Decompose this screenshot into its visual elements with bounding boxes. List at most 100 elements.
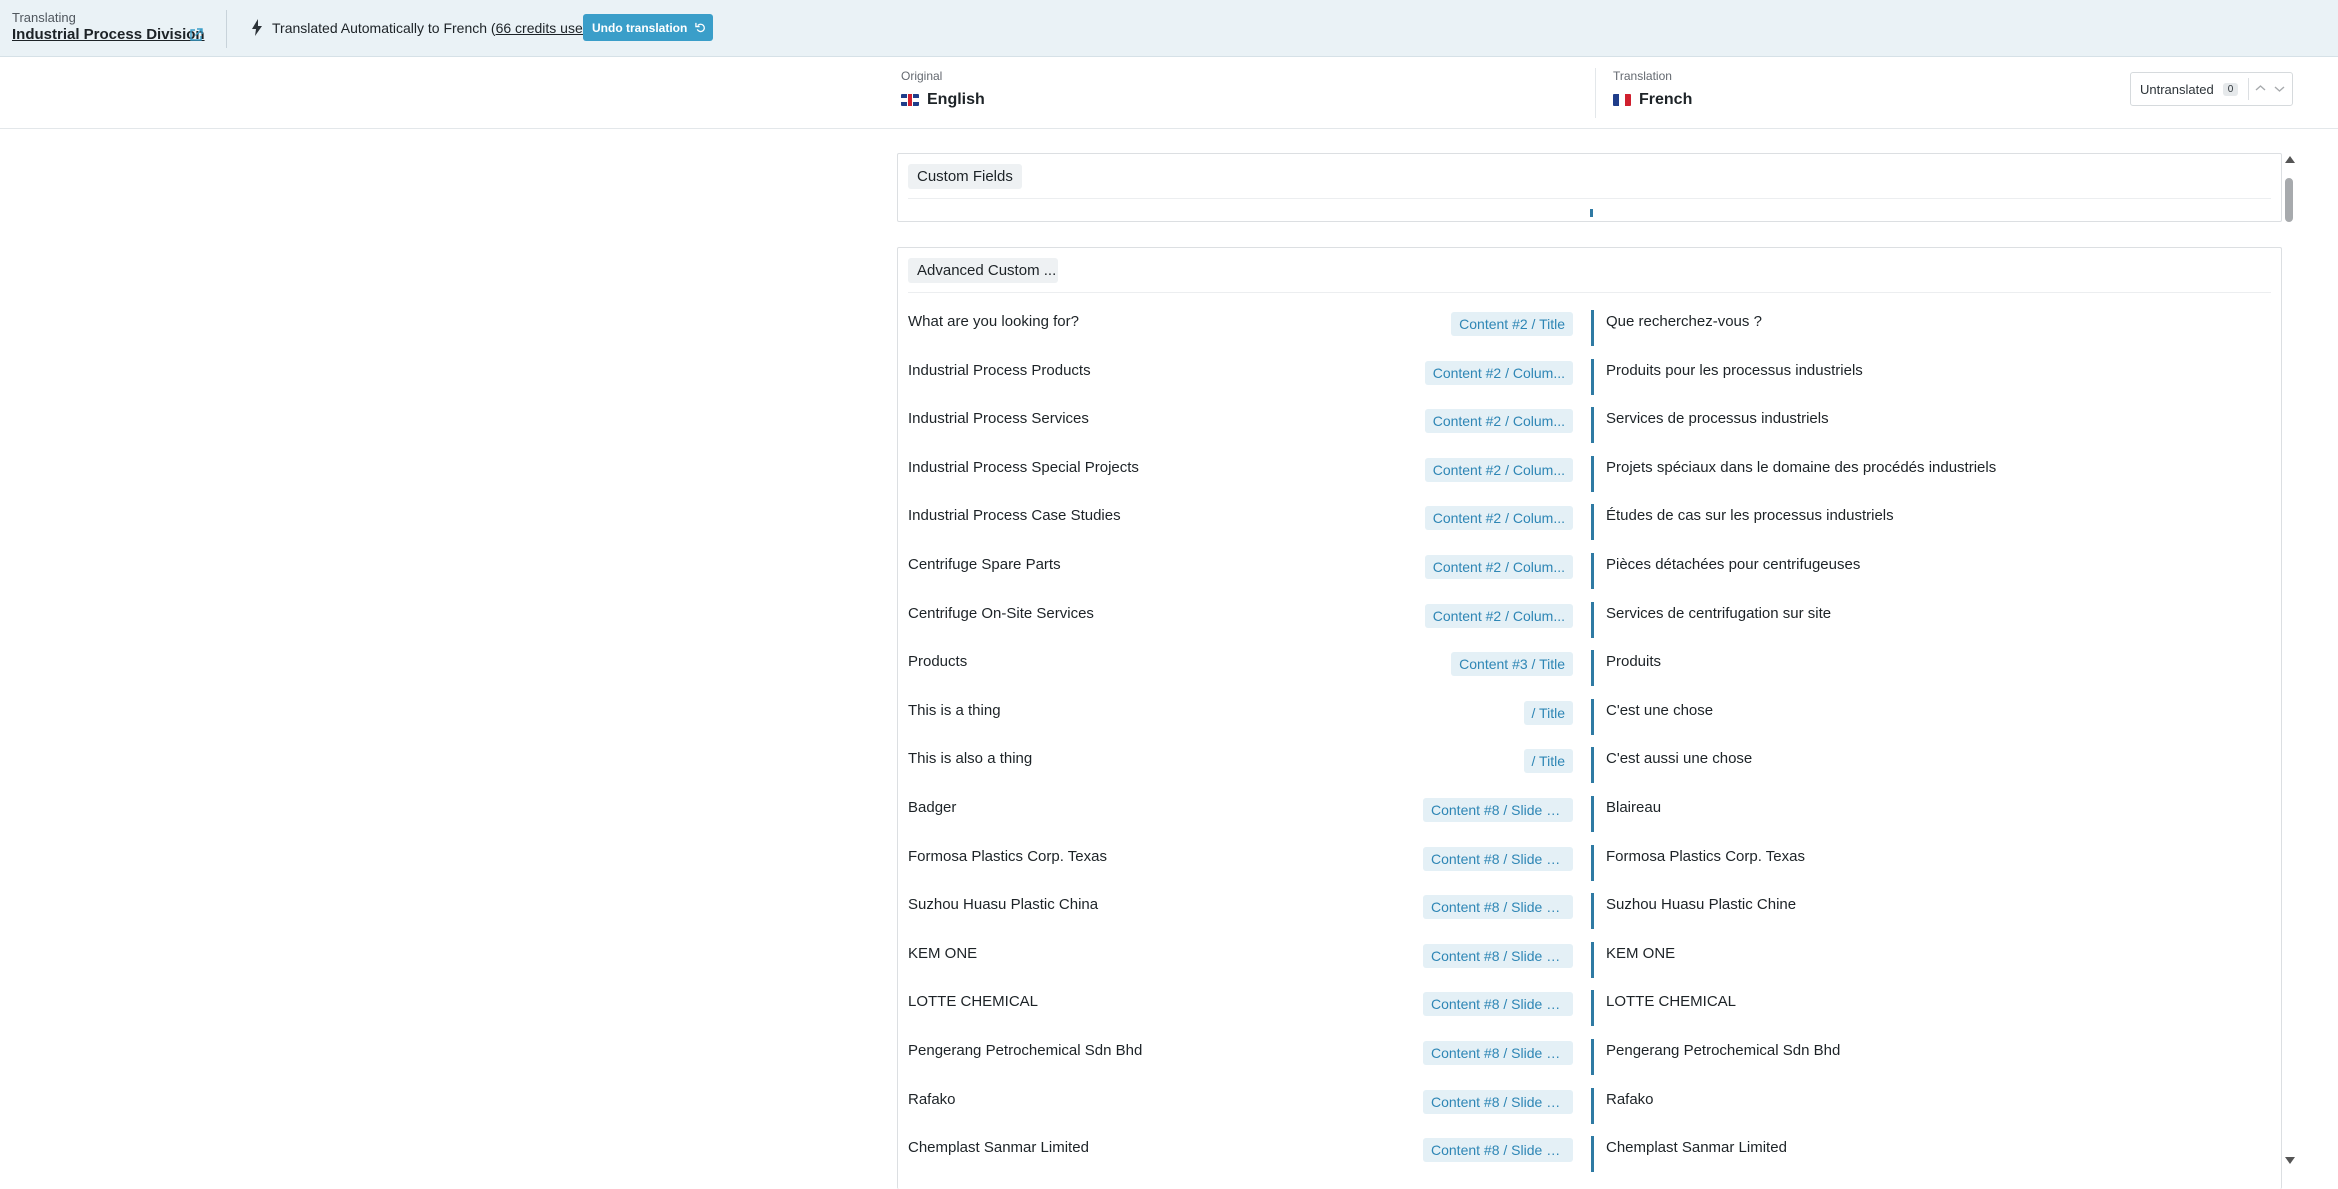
translation-row: Chemplast Sanmar Limited Content #8 / Sli… [898, 1136, 2281, 1180]
field-location-badge: Content #2 / Colum... [1424, 603, 1573, 628]
divider [2248, 78, 2249, 100]
translation-field[interactable]: Rafako [1591, 1087, 2281, 1124]
field-location-badge: Content #8 / Slide #... [1423, 1089, 1573, 1114]
translation-field[interactable]: Pièces détachées pour centrifugeuses [1591, 553, 2281, 589]
original-text: Industrial Process Products [908, 361, 1091, 379]
translation-field[interactable]: Produits [1591, 650, 2281, 687]
original-text: Industrial Process Case Studies [908, 507, 1121, 525]
original-text: Centrifuge On-Site Services [908, 604, 1094, 622]
field-location-badge: Content #2 / Colum... [1424, 555, 1573, 579]
translation-row: Industrial Process Products Content #2 / … [898, 358, 2281, 403]
field-location-badge: Content #8 / Slide #... [1423, 943, 1573, 968]
original-text: This is also a thing [908, 750, 1033, 768]
translation-row: This is a thing / Title C'est une chose [898, 698, 2281, 743]
translation-status: Translated Automatically to French (66 c… [272, 20, 595, 36]
credits-used-link[interactable]: 66 credits used [496, 20, 591, 36]
translation-field[interactable]: Pengerang Petrochemical Sdn Bhd [1591, 1039, 2281, 1075]
field-location-badge: Content #2 / Title [1451, 312, 1573, 336]
original-text: KEM ONE [908, 944, 978, 962]
original-text: Pengerang Petrochemical Sdn Bhd [908, 1042, 1143, 1059]
original-text: Industrial Process Services [908, 410, 1089, 428]
original-text: Badger [908, 799, 957, 816]
section-tag: Advanced Custom ... [908, 258, 1058, 283]
original-text: What are you looking for? [908, 313, 1079, 330]
field-location-badge: Content #8 / Slide #... [1423, 846, 1573, 871]
translation-row: Badger Content #8 / Slide #... Blaireau [898, 796, 2281, 840]
original-language: Original English [901, 69, 985, 108]
field-location-badge: / Title [1523, 700, 1573, 725]
original-text: This is a thing [908, 701, 1001, 719]
original-text: Chemplast Sanmar Limited [908, 1139, 1089, 1157]
field-location-badge: Content #3 / Title [1451, 652, 1573, 677]
translation-row: Formosa Plastics Corp. Texas Content #8 /… [898, 844, 2281, 889]
custom-fields-section: Custom Fields [897, 153, 2282, 222]
lightning-icon [252, 19, 262, 36]
field-location-badge: Content #2 / Colum... [1424, 409, 1573, 434]
translation-row: Suzhou Huasu Plastic China Content #8 / S… [898, 893, 2281, 937]
chevron-down-icon[interactable] [2274, 83, 2285, 94]
translating-label: Translating [12, 10, 76, 25]
undo-icon [695, 22, 706, 33]
translation-row: Pengerang Petrochemical Sdn Bhd Content #… [898, 1039, 2281, 1083]
translation-field[interactable]: C'est aussi une chose [1591, 747, 2281, 784]
field-location-badge: / Title [1523, 749, 1573, 774]
translation-row: Centrifuge On-Site Services Content #2 / … [898, 601, 2281, 646]
chevron-up-icon[interactable] [2255, 83, 2266, 94]
translation-row: Centrifuge Spare Parts Content #2 / Colum… [898, 553, 2281, 597]
translation-row: KEM ONE Content #8 / Slide #... KEM ONE [898, 941, 2281, 986]
page-title-link[interactable]: Industrial Process Division [12, 26, 205, 43]
translation-row: LOTTE CHEMICAL Content #8 / Slide #... LOT… [898, 990, 2281, 1034]
original-text: Suzhou Huasu Plastic China [908, 896, 1099, 914]
external-link-icon[interactable] [189, 28, 203, 42]
translation-field[interactable]: Études de cas sur les processus industri… [1591, 504, 2281, 541]
translation-row: Products Content #3 / Title Produits [898, 650, 2281, 694]
uk-flag-icon [901, 94, 919, 106]
original-text: Formosa Plastics Corp. Texas [908, 847, 1107, 865]
translation-row: This is also a thing / Title C'est aussi u… [898, 747, 2281, 791]
translation-field[interactable]: Chemplast Sanmar Limited [1591, 1136, 2281, 1173]
original-text: Products [908, 653, 968, 671]
france-flag-icon [1613, 94, 1631, 106]
translation-row: Industrial Process Services Content #2 / … [898, 407, 2281, 451]
field-location-badge: Content #8 / Slide #... [1423, 895, 1573, 920]
divider [1595, 68, 1596, 118]
translation-field[interactable]: Produits pour les processus industriels [1591, 358, 2281, 395]
original-text: LOTTE CHEMICAL [908, 993, 1039, 1011]
divider [908, 292, 2271, 293]
divider [908, 198, 2271, 199]
untranslated-filter[interactable]: Untranslated 0 [2130, 72, 2293, 106]
translation-field[interactable]: Projets spéciaux dans le domaine des pro… [1591, 455, 2281, 492]
translation-field[interactable]: LOTTE CHEMICAL [1591, 990, 2281, 1027]
translation-language: Translation French [1613, 69, 1693, 108]
field-location-badge: Content #8 / Slide #... [1423, 1041, 1573, 1065]
scroll-up-arrow[interactable] [2285, 156, 2295, 163]
translation-field[interactable]: Blaireau [1591, 796, 2281, 832]
translation-row: Rafako Content #8 / Slide #... Rafako [898, 1087, 2281, 1132]
scrollbar-thumb[interactable] [2285, 178, 2293, 222]
original-text: Industrial Process Special Projects [908, 458, 1139, 476]
scroll-down-arrow[interactable] [2285, 1157, 2295, 1164]
original-text: Rafako [908, 1090, 956, 1108]
translation-field[interactable]: Formosa Plastics Corp. Texas [1591, 844, 2281, 881]
undo-translation-button[interactable]: Undo translation [583, 14, 713, 41]
field-location-badge: Content #2 / Colum... [1424, 360, 1573, 385]
translation-row: Industrial Process Special Projects Conte… [898, 455, 2281, 500]
untranslated-count-badge: 0 [2222, 82, 2239, 96]
translation-indicator [1590, 209, 1593, 217]
translation-field[interactable]: Services de processus industriels [1591, 407, 2281, 444]
translation-field[interactable]: Suzhou Huasu Plastic Chine [1591, 893, 2281, 930]
translation-field[interactable]: KEM ONE [1591, 941, 2281, 978]
advanced-custom-fields-section: Advanced Custom ... What are you looking… [897, 247, 2282, 1189]
translation-field[interactable]: Services de centrifugation sur site [1591, 601, 2281, 638]
section-tag: Custom Fields [908, 164, 1022, 189]
translation-field[interactable]: Que recherchez-vous ? [1591, 310, 2281, 346]
translation-row: Industrial Process Case Studies Content #… [898, 504, 2281, 548]
top-bar: Translating Industrial Process Division … [0, 0, 2338, 57]
field-location-badge: Content #2 / Colum... [1424, 506, 1573, 531]
original-text: Centrifuge Spare Parts [908, 556, 1061, 573]
field-location-badge: Content #2 / Colum... [1424, 457, 1573, 482]
translation-row: What are you looking for? Content #2 / Ti… [898, 310, 2281, 354]
field-location-badge: Content #8 / Slide #... [1423, 992, 1573, 1017]
field-location-badge: Content #8 / Slide #... [1423, 798, 1573, 822]
translation-field[interactable]: C'est une chose [1591, 698, 2281, 735]
